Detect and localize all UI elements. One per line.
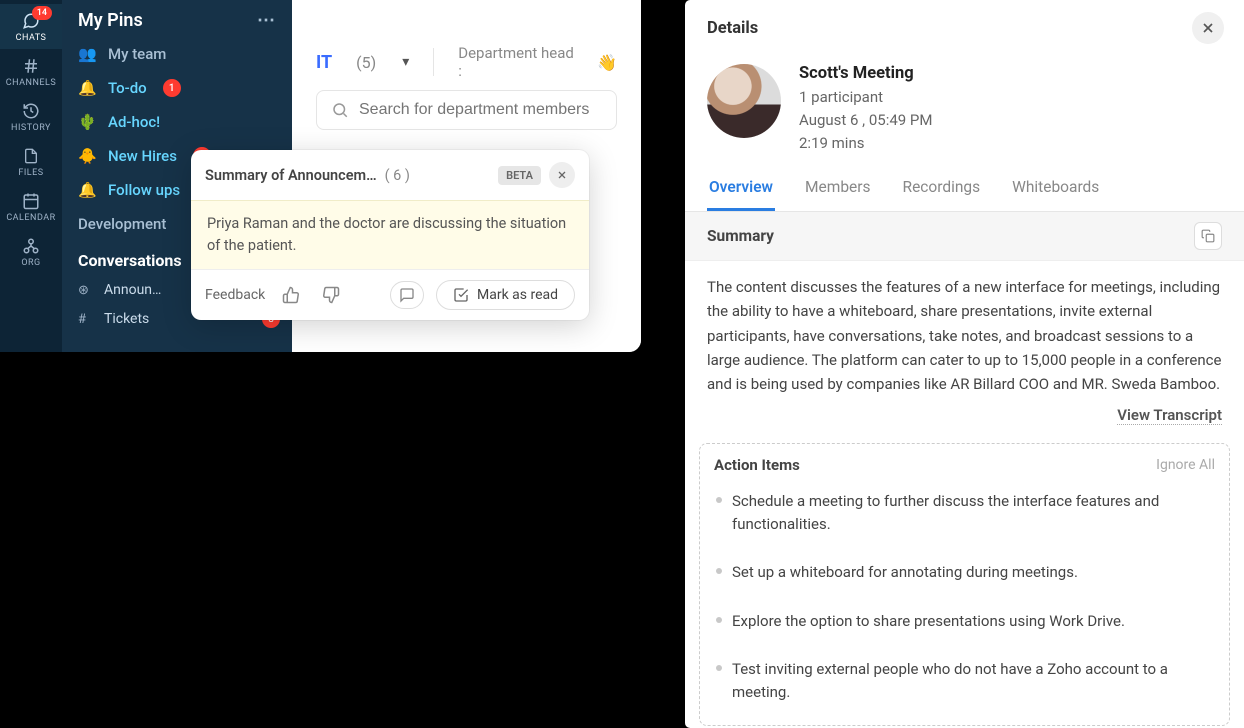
rail-label: CALENDAR: [6, 213, 55, 223]
rail-org[interactable]: ORG: [0, 229, 62, 274]
details-panel: Details Scott's Meeting 1 participant Au…: [685, 0, 1244, 728]
feedback-label: Feedback: [205, 287, 265, 303]
action-item: Schedule a meeting to further discuss th…: [714, 482, 1215, 553]
rail-label: HISTORY: [11, 123, 51, 133]
bullet-icon: [716, 617, 722, 623]
meeting-avatar: [707, 64, 781, 138]
pin-badge: 1: [163, 79, 181, 97]
rail-chats[interactable]: 14 CHATS: [0, 4, 62, 49]
rail-channels[interactable]: CHANNELS: [0, 49, 62, 94]
rail-chats-badge: 14: [32, 6, 52, 20]
beta-badge: BETA: [498, 166, 541, 185]
pin-label: Development: [78, 215, 166, 233]
action-item: Test inviting external people who do not…: [714, 650, 1215, 721]
department-count: (5): [356, 53, 376, 72]
dept-head-label: Department head :: [458, 44, 577, 80]
popover-body: Priya Raman and the doctor are discussin…: [191, 200, 589, 270]
copy-summary-button[interactable]: [1194, 222, 1222, 250]
bell-icon: 🔔: [78, 79, 96, 97]
sidebar-title: My Pins: [78, 10, 143, 31]
action-items-box: Action Items Ignore All Schedule a meeti…: [699, 443, 1230, 726]
rail-calendar[interactable]: CALENDAR: [0, 184, 62, 229]
summary-popover: Summary of Announcem… ( 6 ) BETA Priya R…: [191, 150, 589, 320]
rail-history[interactable]: HISTORY: [0, 94, 62, 139]
action-items-heading: Action Items: [714, 456, 800, 474]
bullet-icon: [716, 665, 722, 671]
search-input[interactable]: [359, 101, 602, 119]
summary-heading: Summary: [707, 227, 774, 245]
department-name[interactable]: IT: [316, 52, 332, 73]
org-icon: [22, 237, 40, 255]
pin-my-team[interactable]: 👥 My team: [62, 37, 292, 71]
meeting-name: Scott's Meeting: [799, 64, 933, 83]
pin-label: Follow ups: [108, 181, 180, 199]
popover-count: ( 6 ): [385, 167, 410, 184]
people-icon: 👥: [78, 45, 96, 63]
search-icon: [331, 101, 349, 119]
details-title: Details: [707, 19, 758, 38]
asterisk-icon: ⊛: [78, 283, 96, 298]
hash-icon: #: [78, 312, 96, 327]
pin-label: New Hires: [108, 147, 177, 165]
rail-label: CHANNELS: [6, 78, 56, 88]
chick-icon: 🐥: [78, 147, 96, 165]
search-box[interactable]: [316, 90, 617, 130]
comment-button[interactable]: [390, 281, 424, 309]
details-tabs: Overview Members Recordings Whiteboards: [685, 168, 1244, 212]
ignore-all-button[interactable]: Ignore All: [1156, 457, 1215, 473]
cactus-icon: 🌵: [78, 113, 96, 131]
popover-close-button[interactable]: [549, 162, 575, 188]
action-item-text: Set up a whiteboard for annotating durin…: [732, 561, 1078, 584]
meeting-participants: 1 participant: [799, 88, 933, 106]
bullet-icon: [716, 497, 722, 503]
history-icon: [22, 102, 40, 120]
pin-label: To-do: [108, 79, 147, 97]
pin-label: Ad-hoc!: [108, 113, 160, 131]
popover-title: Summary of Announcem…: [205, 167, 377, 184]
summary-text: The content discusses the features of a …: [685, 261, 1244, 402]
nav-rail: 14 CHATS CHANNELS HISTORY FILES: [0, 0, 62, 352]
thumbs-down-button[interactable]: [317, 281, 345, 309]
file-icon: [22, 147, 40, 165]
thumbs-up-button[interactable]: [277, 281, 305, 309]
hash-icon: [22, 57, 40, 75]
bullet-icon: [716, 568, 722, 574]
action-item: Explore the option to share presentation…: [714, 602, 1215, 651]
details-close-button[interactable]: [1192, 12, 1224, 44]
rail-label: FILES: [18, 168, 43, 178]
rail-label: ORG: [21, 258, 40, 268]
pin-label: My team: [108, 45, 166, 63]
action-item: Set up a whiteboard for annotating durin…: [714, 553, 1215, 602]
rail-label: CHATS: [16, 33, 47, 43]
meeting-duration: 2:19 mins: [799, 134, 933, 152]
tab-whiteboards[interactable]: Whiteboards: [1010, 168, 1101, 211]
pin-adhoc[interactable]: 🌵 Ad-hoc!: [62, 105, 292, 139]
mark-as-read-button[interactable]: Mark as read: [436, 280, 575, 310]
bell-icon: 🔔: [78, 181, 96, 199]
sidebar-more-button[interactable]: ⋯: [257, 10, 276, 31]
pin-todo[interactable]: 🔔 To-do 1: [62, 71, 292, 105]
calendar-icon: [22, 192, 40, 210]
meeting-datetime: August 6 , 05:49 PM: [799, 111, 933, 129]
divider: [433, 48, 434, 76]
tab-recordings[interactable]: Recordings: [901, 168, 983, 211]
action-item-text: Test inviting external people who do not…: [732, 658, 1213, 703]
tab-overview[interactable]: Overview: [707, 168, 775, 211]
rail-files[interactable]: FILES: [0, 139, 62, 184]
action-item-text: Schedule a meeting to further discuss th…: [732, 490, 1213, 535]
mark-as-read-label: Mark as read: [477, 287, 558, 303]
tab-members[interactable]: Members: [803, 168, 873, 211]
view-transcript-link[interactable]: View Transcript: [1117, 406, 1222, 425]
dept-head-value: 👋: [597, 53, 617, 72]
action-item-text: Explore the option to share presentation…: [732, 610, 1125, 633]
chevron-down-icon[interactable]: ▾: [402, 54, 409, 70]
